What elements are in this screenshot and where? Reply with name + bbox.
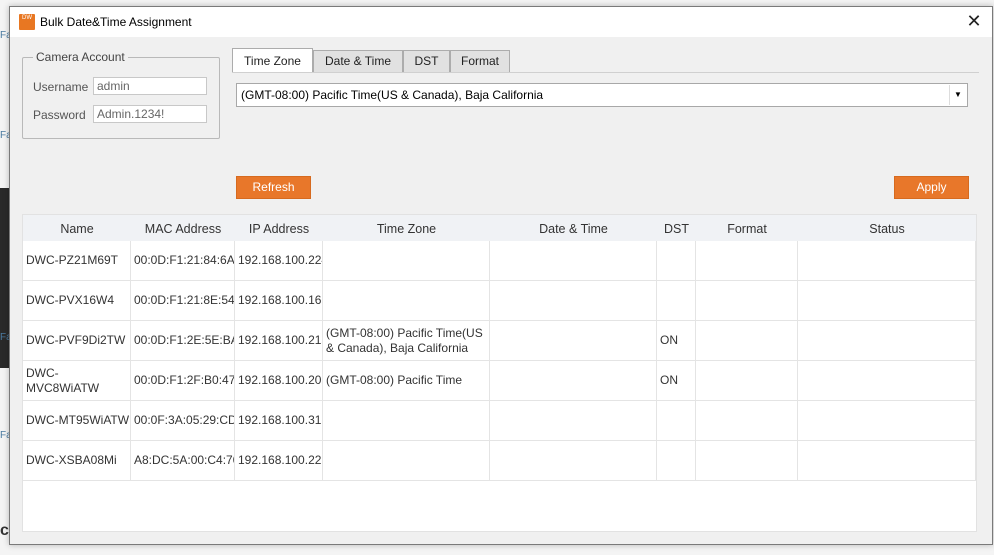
cell-format [696, 241, 798, 280]
cell-mac-address: 00:0D:F1:2E:5E:BA [131, 321, 235, 360]
cell-name: DWC-PZ21M69T [23, 241, 131, 280]
camera-table: Name MAC Address IP Address Time Zone Da… [22, 214, 977, 532]
table-row[interactable]: DWC-PZ21M69T 00:0D:F1:21:84:6A 192.168.100… [23, 241, 976, 281]
table-row[interactable]: DWC-MT95WiATW 00:0F:3A:05:29:CD 192.168.10… [23, 401, 976, 441]
cell-name: DWC-MT95WiATW [23, 401, 131, 440]
cell-status [798, 281, 976, 320]
apply-button[interactable]: Apply [894, 176, 969, 199]
column-header-datetime[interactable]: Date & Time [490, 215, 657, 241]
cell-ip-address: 192.168.100.224 [235, 241, 323, 280]
table-row[interactable]: DWC-XSBA08Mi A8:DC:5A:00:C4:70 192.168.100… [23, 441, 976, 481]
tab-divider [232, 72, 979, 73]
table-row[interactable]: DWC-MVC8WiATW 00:0D:F1:2F:B0:47 192.168.10… [23, 361, 976, 401]
cell-dst [657, 241, 696, 280]
cell-time-zone: (GMT-08:00) Pacific Time [323, 361, 490, 400]
cell-time-zone [323, 441, 490, 480]
cell-mac-address: 00:0D:F1:2F:B0:47 [131, 361, 235, 400]
cell-date-time [490, 321, 657, 360]
cell-mac-address: 00:0D:F1:21:84:6A [131, 241, 235, 280]
tab-format[interactable]: Format [450, 50, 510, 72]
cell-date-time [490, 401, 657, 440]
dialog-title: Bulk Date&Time Assignment [40, 15, 192, 29]
cell-date-time [490, 361, 657, 400]
column-header-format[interactable]: Format [696, 215, 798, 241]
cell-format [696, 281, 798, 320]
cell-name: DWC-MVC8WiATW [23, 361, 131, 400]
cell-name: DWC-PVX16W4 [23, 281, 131, 320]
cell-ip-address: 192.168.100.221 [235, 441, 323, 480]
background-corner-text: c [0, 522, 9, 539]
cell-dst [657, 281, 696, 320]
cell-date-time [490, 441, 657, 480]
cell-status [798, 321, 976, 360]
cell-ip-address: 192.168.100.202 [235, 361, 323, 400]
cell-name: DWC-XSBA08Mi [23, 441, 131, 480]
cell-date-time [490, 281, 657, 320]
column-header-ip[interactable]: IP Address [235, 215, 323, 241]
cell-ip-address: 192.168.100.215 [235, 321, 323, 360]
cell-date-time [490, 241, 657, 280]
chevron-down-icon[interactable]: ▼ [949, 85, 966, 105]
timezone-select[interactable]: (GMT-08:00) Pacific Time(US & Canada), B… [236, 83, 968, 107]
cell-format [696, 401, 798, 440]
username-label: Username [33, 80, 89, 94]
password-label: Password [33, 108, 86, 122]
cell-format [696, 321, 798, 360]
cell-dst: ON [657, 321, 696, 360]
refresh-button[interactable]: Refresh [236, 176, 311, 199]
close-button[interactable]: ✕ [956, 7, 992, 37]
cell-time-zone [323, 281, 490, 320]
cell-status [798, 441, 976, 480]
cell-format [696, 441, 798, 480]
cell-name: DWC-PVF9Di2TW [23, 321, 131, 360]
cell-format [696, 361, 798, 400]
dialog-titlebar: DW Bulk Date&Time Assignment ✕ [10, 7, 992, 37]
table-row[interactable]: DWC-PVX16W4 00:0D:F1:21:8E:54 192.168.100.… [23, 281, 976, 321]
camera-account-legend: Camera Account [33, 50, 128, 64]
cell-time-zone: (GMT-08:00) Pacific Time(US & Canada), B… [323, 321, 490, 360]
cell-ip-address: 192.168.100.31 [235, 401, 323, 440]
tab-date-time[interactable]: Date & Time [313, 50, 403, 72]
password-input[interactable] [93, 105, 207, 123]
column-header-status[interactable]: Status [798, 215, 976, 241]
table-header: Name MAC Address IP Address Time Zone Da… [23, 215, 976, 241]
tab-dst[interactable]: DST [403, 50, 450, 72]
cell-mac-address: 00:0D:F1:21:8E:54 [131, 281, 235, 320]
tab-time-zone[interactable]: Time Zone [232, 48, 313, 72]
username-input[interactable] [93, 77, 207, 95]
camera-account-group: Camera Account Username Password [22, 50, 220, 139]
close-icon: ✕ [966, 11, 982, 31]
column-header-name[interactable]: Name [23, 215, 131, 241]
app-logo-icon: DW [19, 14, 35, 30]
column-header-mac[interactable]: MAC Address [131, 215, 235, 241]
cell-dst [657, 401, 696, 440]
cell-mac-address: 00:0F:3A:05:29:CD [131, 401, 235, 440]
cell-ip-address: 192.168.100.161 [235, 281, 323, 320]
cell-status [798, 241, 976, 280]
cell-dst [657, 441, 696, 480]
cell-time-zone [323, 241, 490, 280]
cell-dst: ON [657, 361, 696, 400]
bulk-datetime-dialog: DW Bulk Date&Time Assignment ✕ Camera Ac… [9, 6, 993, 545]
column-header-timezone[interactable]: Time Zone [323, 215, 490, 241]
cell-status [798, 401, 976, 440]
timezone-selected-value: (GMT-08:00) Pacific Time(US & Canada), B… [241, 88, 544, 102]
cell-mac-address: A8:DC:5A:00:C4:70 [131, 441, 235, 480]
column-header-dst[interactable]: DST [657, 215, 696, 241]
table-row[interactable]: DWC-PVF9Di2TW 00:0D:F1:2E:5E:BA 192.168.10… [23, 321, 976, 361]
cell-time-zone [323, 401, 490, 440]
cell-status [798, 361, 976, 400]
